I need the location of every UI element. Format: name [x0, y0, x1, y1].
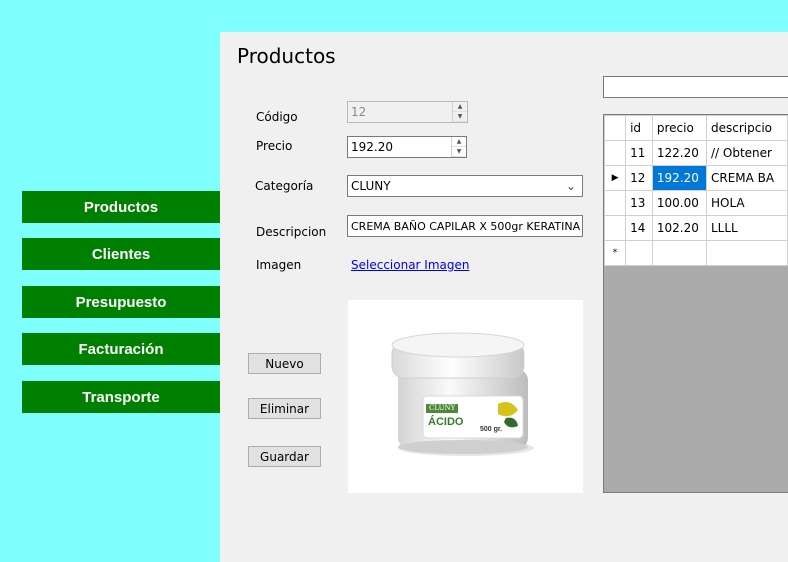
precio-label: Precio [256, 139, 293, 153]
descripcion-value: CREMA BAÑO CAPILAR X 500gr KERATINA [351, 220, 581, 233]
cell-descripcion[interactable]: HOLA [705, 190, 788, 216]
cell-id[interactable] [625, 240, 653, 266]
precio-value: 192.20 [351, 140, 393, 154]
cell-descripcion[interactable]: // Obtener [705, 140, 788, 166]
table-row[interactable]: 14 102.20 LLLL [604, 215, 788, 241]
current-row-arrow-icon[interactable]: ▶ [604, 165, 627, 191]
table-row[interactable]: 11 122.20 // Obtener [604, 140, 788, 166]
column-header-descripcion[interactable]: descripcio [705, 115, 788, 141]
column-header-precio[interactable]: precio [651, 115, 707, 141]
codigo-stepper: ▲ ▼ [452, 102, 467, 122]
cell-id[interactable]: 13 [625, 190, 653, 216]
descripcion-label: Descripcion [256, 225, 327, 239]
table-row[interactable]: ▶ 12 192.20 CREMA BA [604, 165, 788, 191]
categoria-label: Categoría [255, 179, 314, 193]
cell-precio[interactable] [651, 240, 707, 266]
down-arrow-icon: ▼ [453, 112, 467, 122]
row-header[interactable] [604, 140, 627, 166]
cell-precio[interactable]: 100.00 [651, 190, 707, 216]
jar-brand-label: CLUNY [429, 404, 456, 412]
eliminar-button[interactable]: Eliminar [248, 398, 321, 419]
up-arrow-icon[interactable]: ▲ [452, 137, 466, 147]
nav-transporte-button[interactable]: Transporte [22, 381, 220, 413]
chevron-down-icon[interactable]: ⌄ [566, 179, 576, 193]
table-row[interactable]: 13 100.00 HOLA [604, 190, 788, 216]
cell-descripcion[interactable]: LLLL [705, 215, 788, 241]
cell-precio[interactable]: 192.20 [651, 165, 707, 191]
cell-id[interactable]: 12 [625, 165, 653, 191]
precio-stepper[interactable]: ▲ ▼ [451, 137, 466, 157]
products-table: id precio descripcio 11 122.20 // Obtene… [604, 115, 788, 266]
nav-facturacion-button[interactable]: Facturación [22, 333, 220, 365]
jar-size-label: 500 gr. [480, 426, 503, 433]
nuevo-button[interactable]: Nuevo [248, 353, 321, 374]
down-arrow-icon[interactable]: ▼ [452, 147, 466, 157]
precio-field[interactable]: 192.20 ▲ ▼ [347, 136, 467, 158]
cell-descripcion[interactable]: CREMA BA [705, 165, 788, 191]
cell-precio[interactable]: 122.20 [651, 140, 707, 166]
new-row-icon[interactable]: * [604, 240, 627, 266]
product-image: CLUNY ÁCIDO 500 gr. [348, 300, 583, 493]
search-input[interactable] [603, 76, 788, 98]
codigo-label: Código [256, 110, 298, 124]
guardar-button[interactable]: Guardar [248, 446, 321, 467]
product-jar-image [391, 332, 534, 456]
column-header-id[interactable]: id [625, 115, 653, 141]
cell-descripcion[interactable] [705, 240, 788, 266]
row-header[interactable] [604, 190, 627, 216]
cell-id[interactable]: 14 [625, 215, 653, 241]
cell-id[interactable]: 11 [625, 140, 653, 166]
descripcion-field[interactable]: CREMA BAÑO CAPILAR X 500gr KERATINA [347, 215, 583, 237]
up-arrow-icon: ▲ [453, 102, 467, 112]
jar-product-label: ÁCIDO [428, 416, 464, 428]
codigo-field: 12 ▲ ▼ [347, 101, 468, 123]
nav-clientes-button[interactable]: Clientes [22, 238, 220, 270]
imagen-label: Imagen [256, 258, 302, 272]
codigo-value: 12 [351, 105, 367, 119]
categoria-select[interactable]: CLUNY ⌄ [347, 175, 583, 197]
nav-presupuesto-button[interactable]: Presupuesto [22, 286, 220, 318]
products-grid[interactable]: id precio descripcio 11 122.20 // Obtene… [603, 114, 788, 493]
cell-precio[interactable]: 102.20 [651, 215, 707, 241]
table-header-row: id precio descripcio [604, 115, 788, 141]
page-title: Productos [237, 44, 336, 68]
categoria-value: CLUNY [351, 179, 391, 193]
row-header[interactable] [604, 215, 627, 241]
new-row[interactable]: * [604, 240, 788, 266]
nav-productos-button[interactable]: Productos [22, 191, 220, 223]
select-image-link[interactable]: Seleccionar Imagen [351, 258, 469, 272]
product-panel: Productos Código 12 ▲ ▼ Precio 192.20 ▲ ▼ … [220, 32, 788, 562]
row-header-corner [604, 115, 627, 141]
